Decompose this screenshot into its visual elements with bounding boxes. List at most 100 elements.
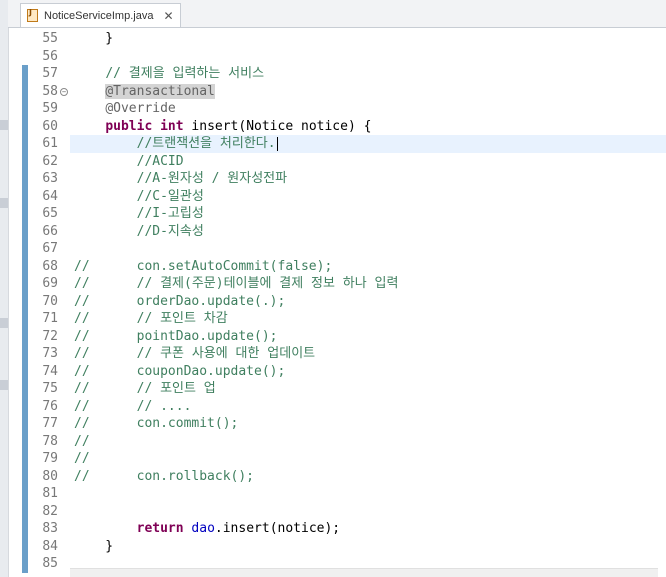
- editor-tab[interactable]: NoticeServiceImp.java ✕: [20, 3, 181, 27]
- line-number: 76: [42, 398, 58, 414]
- line-number: 69: [42, 276, 58, 291]
- fold-toggle-icon[interactable]: −: [60, 87, 68, 96]
- code-line[interactable]: public int insert(Notice notice) {: [74, 118, 371, 136]
- code-token: // con.rollback();: [74, 468, 255, 484]
- line-number: 61: [42, 136, 58, 151]
- code-token: // // 결제(주문)테이블에 결제 정보 하나 입력: [74, 276, 399, 291]
- code-token: public: [105, 118, 153, 134]
- code-token: //: [74, 451, 90, 466]
- code-line[interactable]: }: [74, 30, 113, 48]
- code-line[interactable]: // couponDao.update();: [74, 363, 285, 381]
- line-number: 67: [42, 241, 58, 256]
- code-token: //D-지속성: [136, 223, 204, 239]
- code-token: // // 쿠폰 사용에 대한 업데이트: [74, 346, 316, 361]
- code-line[interactable]: @Override: [74, 100, 175, 118]
- java-file-icon: [27, 8, 38, 22]
- line-number: 81: [42, 486, 58, 501]
- line-number: 63: [42, 171, 58, 186]
- code-token: }: [74, 538, 114, 554]
- line-number: 72: [42, 328, 58, 344]
- code-line[interactable]: return dao.insert(notice);: [74, 520, 341, 538]
- code-line[interactable]: // con.rollback();: [74, 468, 254, 486]
- line-number: 78: [42, 433, 58, 449]
- horizontal-scrollbar[interactable]: [70, 568, 658, 577]
- code-token: int: [160, 118, 184, 134]
- code-token: // con.setAutoCommit(false);: [74, 258, 333, 274]
- code-token: //C-일관성: [136, 188, 204, 204]
- code-token: .insert(notice);: [214, 521, 341, 536]
- line-number: 65: [42, 206, 58, 221]
- line-number: 79: [42, 451, 58, 466]
- code-line[interactable]: //A-원자성 / 원자성전파: [74, 170, 287, 188]
- code-line[interactable]: //I-고립성: [74, 205, 204, 223]
- line-number: 64: [42, 188, 58, 204]
- code-line[interactable]: // // ....: [74, 398, 191, 416]
- close-icon[interactable]: ✕: [163, 9, 173, 23]
- code-token: // 결제을 입력하는 서비스: [105, 66, 265, 81]
- code-line[interactable]: //: [74, 433, 90, 451]
- line-number: 58: [42, 83, 58, 99]
- line-number: 83: [42, 521, 58, 536]
- code-line[interactable]: // 결제을 입력하는 서비스: [74, 65, 264, 83]
- code-area[interactable]: } // 결제을 입력하는 서비스 @Transactional @Overri…: [70, 27, 666, 577]
- code-token: notice) {: [301, 118, 372, 134]
- change-indicator-bar: [22, 65, 28, 573]
- code-line[interactable]: //D-지속성: [74, 223, 204, 241]
- code-token: //ACID: [136, 153, 184, 169]
- line-number: 66: [42, 223, 58, 239]
- line-number: 68: [42, 258, 58, 274]
- code-token: // // 포인트 차감: [74, 311, 228, 326]
- code-line[interactable]: // // 결제(주문)테이블에 결제 정보 하나 입력: [74, 275, 398, 293]
- line-number: 77: [42, 416, 58, 431]
- code-line[interactable]: // // 쿠폰 사용에 대한 업데이트: [74, 345, 315, 363]
- code-line[interactable]: // con.setAutoCommit(false);: [74, 258, 332, 276]
- code-line[interactable]: //: [74, 450, 90, 468]
- panel-marker: [0, 318, 8, 328]
- line-number: 57: [42, 66, 58, 81]
- code-line[interactable]: }: [74, 538, 113, 556]
- code-line[interactable]: //C-일관성: [74, 188, 204, 206]
- line-number: 59: [42, 101, 58, 116]
- line-number: 71: [42, 311, 58, 326]
- code-token: //트랜잭션을 처리한다.: [136, 136, 276, 151]
- code-token: return: [136, 521, 184, 536]
- line-number: 56: [42, 48, 58, 64]
- code-token: // // ....: [74, 398, 192, 414]
- code-line[interactable]: //ACID: [74, 153, 184, 171]
- code-token: // orderDao.update(.);: [74, 293, 286, 309]
- line-number-gutter: 55 56 57 58−59 60 61 62 63 64 65 66 67 68 69 70 71 72 73 7…: [22, 27, 70, 577]
- code-line[interactable]: // orderDao.update(.);: [74, 293, 285, 311]
- code-line[interactable]: // pointDao.update();: [74, 328, 278, 346]
- code-line[interactable]: // con.commit();: [74, 415, 238, 433]
- line-number: 60: [42, 118, 58, 134]
- code-token: // pointDao.update();: [74, 328, 278, 344]
- panel-marker: [0, 380, 8, 390]
- line-number: 73: [42, 346, 58, 361]
- editor-tab-bar: NoticeServiceImp.java ✕: [8, 0, 666, 28]
- text-caret: [276, 136, 278, 151]
- code-line[interactable]: @Transactional: [74, 83, 215, 101]
- line-number: 84: [42, 538, 58, 554]
- line-number: 75: [42, 381, 58, 396]
- code-line[interactable]: // // 포인트 업: [74, 380, 216, 398]
- code-token: //: [74, 433, 90, 449]
- code-line[interactable]: // // 포인트 차감: [74, 310, 228, 328]
- panel-marker: [0, 198, 8, 208]
- line-number: 80: [42, 468, 58, 484]
- line-number: 82: [42, 503, 58, 519]
- code-line[interactable]: //트랜잭션을 처리한다.: [74, 135, 278, 153]
- code-token: insert(Notice: [183, 118, 301, 134]
- code-editor[interactable]: 55 56 57 58−59 60 61 62 63 64 65 66 67 68 69 70 71 72 73 7…: [8, 27, 666, 577]
- line-number: 85: [42, 556, 58, 571]
- code-token: // // 포인트 업: [74, 381, 216, 396]
